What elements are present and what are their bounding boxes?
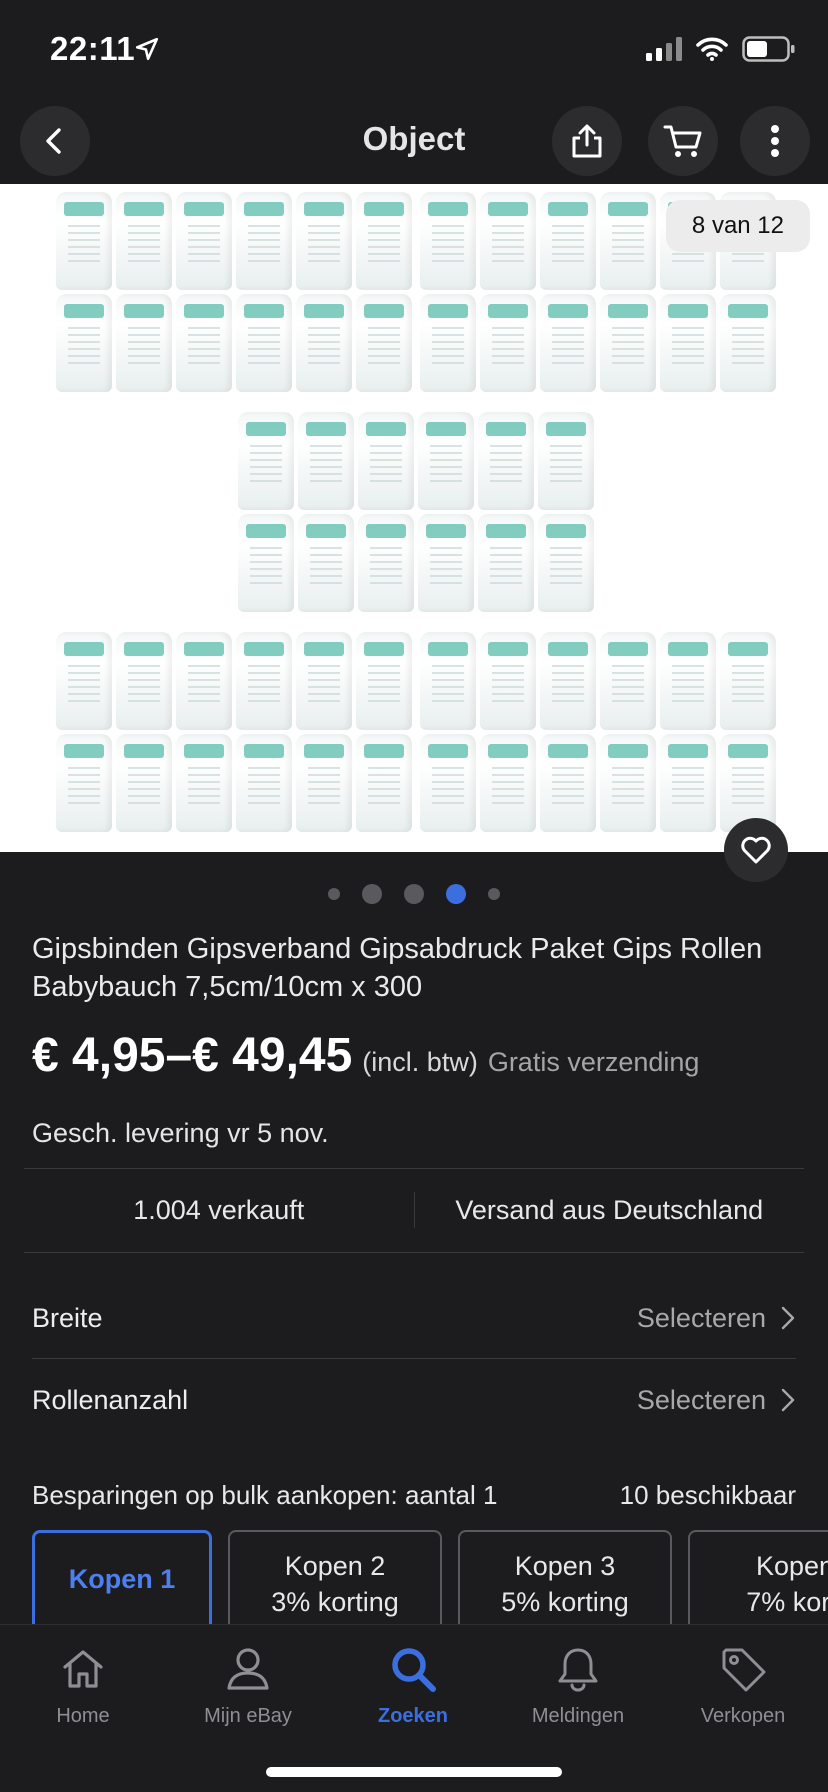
tab-label: Verkopen: [700, 1705, 786, 1727]
pagination-dot: [404, 884, 424, 904]
product-image-gallery[interactable]: 8 van 12: [0, 184, 828, 852]
tab-label: Meldingen: [531, 1705, 625, 1727]
tab-meldingen[interactable]: Meldingen: [503, 1641, 653, 1728]
bandage-pack: [56, 632, 412, 832]
location-arrow-icon: [135, 37, 159, 61]
ship-origin: Versand aus Deutschland: [455, 1194, 764, 1225]
image-counter-badge: 8 van 12: [665, 200, 810, 252]
bulk-option-buy-1[interactable]: Kopen 1: [32, 1530, 212, 1626]
option-label: Rollenanzahl: [32, 1384, 189, 1415]
option-value-text: Selecteren: [636, 1384, 766, 1415]
bulk-option-label: Kopen: [755, 1551, 828, 1581]
bandage-pack: [420, 632, 776, 832]
shipping-info: Gratis verzending: [487, 1047, 700, 1077]
bulk-option-label: Kopen 1: [68, 1564, 176, 1594]
pagination-dot: [362, 884, 382, 904]
delivery-estimate: Gesch. levering vr 5 nov.: [32, 1118, 329, 1148]
heart-icon: [741, 836, 771, 864]
option-row-breite[interactable]: Breite Selecteren: [32, 1278, 796, 1358]
bulk-option-buy-3[interactable]: Kopen 3 5% korting: [458, 1530, 672, 1626]
gallery-pagination: [0, 884, 828, 904]
nav-bar: Object: [0, 100, 828, 184]
chevron-right-icon: [781, 1306, 795, 1330]
price: € 4,95–€ 49,45: [32, 1029, 353, 1082]
available-quantity: 10 beschikbaar: [619, 1480, 796, 1510]
home-icon: [63, 1650, 103, 1688]
tab-label: Zoeken: [377, 1705, 449, 1727]
option-label: Breite: [32, 1302, 103, 1333]
tab-label: Home: [56, 1705, 110, 1727]
home-indicator[interactable]: [266, 1767, 562, 1777]
bulk-savings-label: Besparingen op bulk aankopen: aantal 1: [32, 1480, 498, 1510]
bandage-pack: [238, 412, 594, 612]
tag-icon: [722, 1648, 766, 1692]
search-icon: [392, 1648, 436, 1692]
product-stats: 1.004 verkauft Versand aus Deutschland: [24, 1168, 804, 1252]
pagination-dot: [488, 888, 500, 900]
pagination-dot-active: [446, 884, 466, 904]
bulk-savings-header: Besparingen op bulk aankopen: aantal 1 1…: [32, 1480, 796, 1511]
tab-home[interactable]: Home: [8, 1641, 158, 1728]
tab-label: Mijn eBay: [204, 1705, 292, 1727]
watch-button[interactable]: [724, 818, 788, 882]
status-time: 22:11: [50, 30, 136, 67]
option-row-rollenanzahl[interactable]: Rollenanzahl Selecteren: [32, 1360, 796, 1440]
product-title: Gipsbinden Gipsverband Gipsabdruck Paket…: [32, 933, 763, 1003]
person-icon: [227, 1648, 269, 1690]
signal-icon: [646, 37, 682, 61]
chevron-right-icon: [781, 1388, 795, 1412]
bandage-pack: [56, 192, 412, 392]
cart-icon: [663, 125, 702, 157]
sold-count: 1.004 verkauft: [133, 1194, 305, 1225]
more-button[interactable]: [740, 106, 810, 176]
wifi-icon: [696, 37, 728, 61]
option-value-text: Selecteren: [636, 1302, 766, 1333]
tab-verkopen[interactable]: Verkopen: [668, 1641, 818, 1728]
bulk-option-discount: 7% korti: [746, 1587, 828, 1617]
option-value: Selecteren: [637, 1303, 796, 1334]
status-bar: 22:11: [0, 0, 828, 96]
tab-bar: Home Mijn eBay Zoeken Meldingen Verkopen: [0, 1624, 828, 1792]
pagination-dot: [328, 888, 340, 900]
status-indicators: [646, 36, 796, 62]
option-value: Selecteren: [637, 1385, 796, 1416]
bulk-option-label: Kopen 2: [284, 1551, 386, 1581]
bulk-options-list: Kopen 1 Kopen 2 3% korting Kopen 3 5% ko…: [32, 1530, 828, 1626]
share-icon: [572, 124, 602, 158]
bell-icon: [558, 1648, 598, 1692]
screen: 22:11 Object 8 van 12 Gipsbinden Gipsver…: [0, 0, 828, 1792]
tab-mijn-ebay[interactable]: Mijn eBay: [173, 1641, 323, 1728]
bulk-option-label: Kopen 3: [514, 1551, 616, 1581]
bulk-option-buy-4[interactable]: Kopen 7% korti: [688, 1530, 828, 1626]
bulk-option-buy-2[interactable]: Kopen 2 3% korting: [228, 1530, 442, 1626]
vat-note: (incl. btw): [362, 1047, 478, 1077]
bulk-option-discount: 5% korting: [501, 1587, 629, 1617]
divider: [32, 1358, 796, 1359]
share-button[interactable]: [552, 106, 622, 176]
cart-button[interactable]: [648, 106, 718, 176]
battery-icon: [742, 36, 795, 62]
divider: [24, 1252, 804, 1253]
more-vertical-icon: [771, 125, 779, 157]
bulk-option-discount: 3% korting: [271, 1587, 399, 1617]
price-row: € 4,95–€ 49,45 (incl. btw) Gratis verzen…: [32, 1028, 699, 1083]
tab-zoeken[interactable]: Zoeken: [338, 1641, 488, 1728]
